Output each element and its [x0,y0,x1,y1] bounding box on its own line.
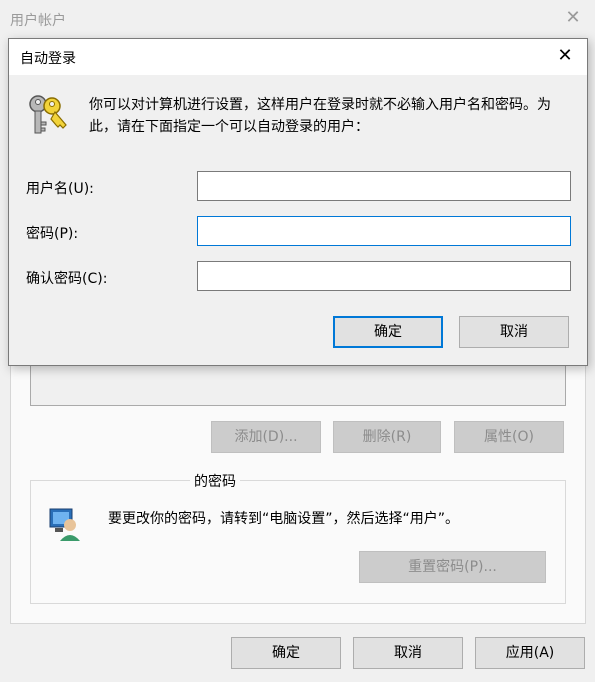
dialog-close-icon[interactable]: ✕ [555,46,575,66]
reset-password-button[interactable]: 重置密码(P)... [359,551,546,583]
password-input[interactable] [197,216,571,246]
keys-icon [24,92,70,138]
footer-apply-button[interactable]: 应用(A) [475,637,585,669]
dialog-cancel-button[interactable]: 取消 [459,316,569,348]
properties-button[interactable]: 属性(O) [454,421,564,453]
dialog-title: 自动登录 [20,51,76,67]
dialog-ok-button[interactable]: 确定 [333,316,443,348]
user-password-icon [46,505,86,545]
background-window-title: 用户帐户 [10,13,66,29]
add-user-button[interactable]: 添加(D)... [211,421,321,453]
background-close-icon[interactable]: ✕ [563,8,583,28]
password-label: 密码(P): [26,226,79,242]
dialog-title-bar[interactable] [9,39,587,75]
password-group-label: 的密码 [190,471,240,491]
remove-user-button[interactable]: 删除(R) [333,421,441,453]
footer-ok-button[interactable]: 确定 [231,637,341,669]
user-list-box[interactable] [30,360,566,406]
dialog-description: 你可以对计算机进行设置，这样用户在登录时就不必输入用户名和密码。为此，请在下面指… [89,97,551,135]
password-change-message: 要更改你的密码，请转到“电脑设置”，然后选择“用户”。 [108,511,460,527]
password-group-box [30,480,566,604]
confirm-password-input[interactable] [197,261,571,291]
footer-cancel-button[interactable]: 取消 [353,637,463,669]
confirm-password-label: 确认密码(C): [26,271,108,287]
username-label: 用户名(U): [26,181,94,197]
username-input[interactable] [197,171,571,201]
